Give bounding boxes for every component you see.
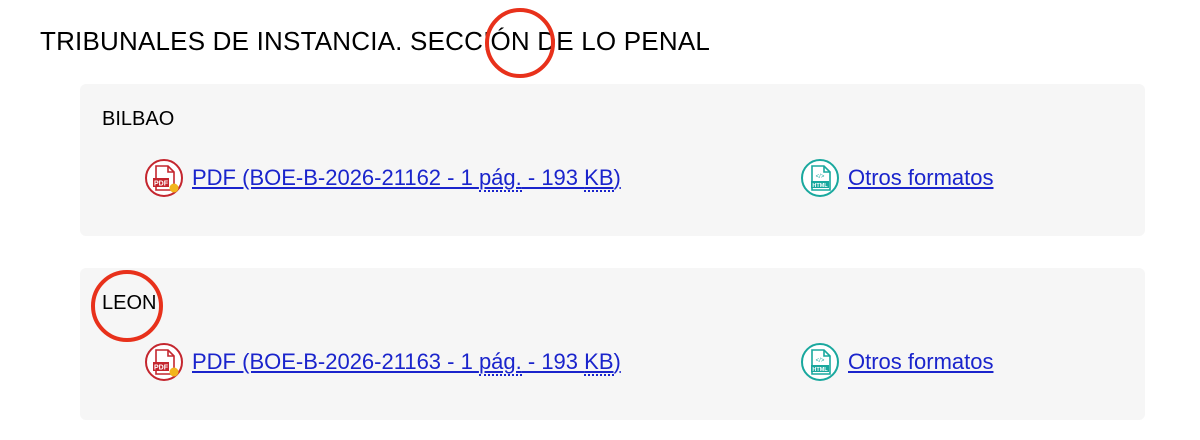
size-abbr: KB bbox=[584, 349, 614, 376]
svg-text:PDF: PDF bbox=[154, 365, 169, 372]
pdf-link-text: PDF (BOE-B-2026-21163 - 1 bbox=[192, 349, 479, 374]
html-document-icon[interactable]: </> HTML bbox=[800, 342, 840, 382]
pdf-link-group[interactable]: PDF PDF (BOE-B-2026-21162 - 1 pág. - 193… bbox=[144, 158, 621, 198]
pdf-link-text: - 193 bbox=[521, 349, 585, 374]
entry-city-label: BILBAO bbox=[102, 108, 175, 130]
svg-text:</>: </> bbox=[816, 358, 825, 364]
svg-text:HTML: HTML bbox=[812, 367, 828, 373]
html-document-icon[interactable]: </> HTML bbox=[800, 158, 840, 198]
pdf-link[interactable]: PDF (BOE-B-2026-21162 - 1 pág. - 193 KB) bbox=[192, 165, 621, 192]
pdf-link-text: ) bbox=[613, 349, 621, 374]
entry-city-label: LEON bbox=[102, 292, 157, 314]
pdf-link-text: PDF (BOE-B-2026-21162 - 1 bbox=[192, 165, 479, 190]
pdf-link-text: - 193 bbox=[521, 165, 585, 190]
pdf-link[interactable]: PDF (BOE-B-2026-21163 - 1 pág. - 193 KB) bbox=[192, 349, 621, 376]
pdf-document-icon[interactable]: PDF bbox=[144, 342, 184, 382]
entry-card-leon: LEON PDF PDF (BOE-B-2026-21163 - 1 pág. … bbox=[80, 268, 1145, 420]
other-formats-group[interactable]: </> HTML Otros formatos bbox=[800, 342, 993, 382]
other-formats-group[interactable]: </> HTML Otros formatos bbox=[800, 158, 993, 198]
pages-abbr: pág. bbox=[478, 165, 522, 192]
svg-text:HTML: HTML bbox=[812, 183, 828, 189]
entry-links-row: PDF PDF (BOE-B-2026-21162 - 1 pág. - 193… bbox=[144, 158, 1145, 198]
pdf-link-text: ) bbox=[613, 165, 621, 190]
entry-links-row: PDF PDF (BOE-B-2026-21163 - 1 pág. - 193… bbox=[144, 342, 1145, 382]
section-title: TRIBUNALES DE INSTANCIA. SECCIÓN DE LO P… bbox=[40, 26, 711, 56]
entry-card-bilbao: BILBAO PDF PDF (BOE-B-2026-21162 - 1 pág… bbox=[80, 84, 1145, 236]
pdf-link-group[interactable]: PDF PDF (BOE-B-2026-21163 - 1 pág. - 193… bbox=[144, 342, 621, 382]
other-formats-link[interactable]: Otros formatos bbox=[848, 165, 993, 191]
svg-text:PDF: PDF bbox=[154, 181, 169, 188]
size-abbr: KB bbox=[584, 165, 614, 192]
other-formats-link[interactable]: Otros formatos bbox=[848, 349, 993, 375]
pages-abbr: pág. bbox=[478, 349, 522, 376]
pdf-document-icon[interactable]: PDF bbox=[144, 158, 184, 198]
svg-text:</>: </> bbox=[816, 174, 825, 180]
